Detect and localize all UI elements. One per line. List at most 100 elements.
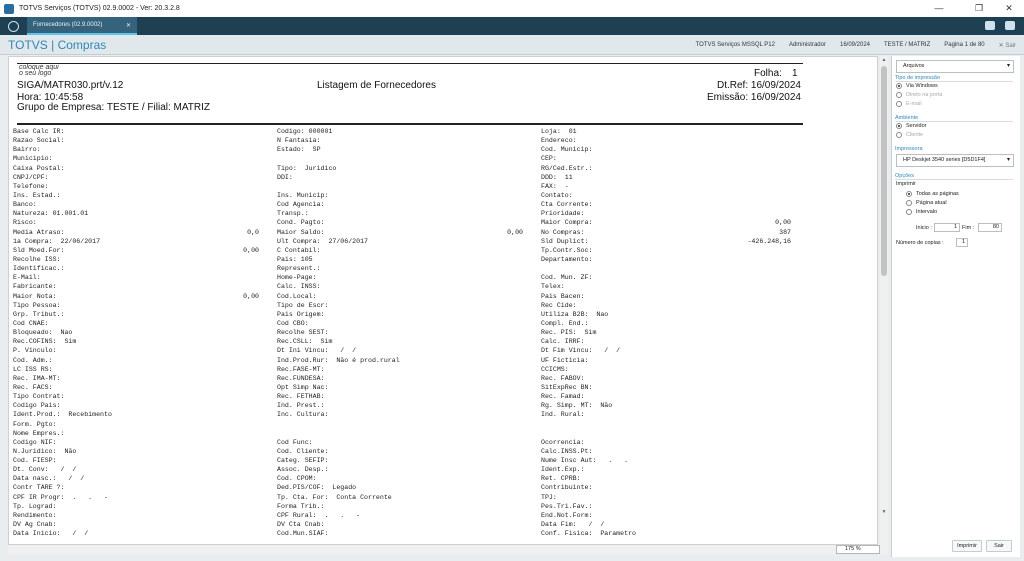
- minimize-button[interactable]: —: [924, 0, 954, 17]
- report-field-row: Cod CBO:: [277, 319, 527, 328]
- report-field-row: Cod. FIESP:: [13, 456, 263, 465]
- report-field-text: CCICMS:: [541, 365, 569, 373]
- report-field-row: Rec. FETHAB:: [277, 392, 527, 401]
- report-field-text: Ret. CPRB:: [541, 475, 581, 483]
- report-field-text: Cod. Cliente:: [277, 447, 329, 455]
- report-field-row: Rg. Simp. MT: Não: [541, 401, 791, 410]
- report-field-row: Rec Cide:: [541, 301, 791, 310]
- chevron-down-icon: ▾: [1006, 157, 1010, 163]
- radio-current-page[interactable]: Página atual: [906, 200, 947, 206]
- report-field-row: Represent.:: [277, 264, 527, 273]
- report-field-text: Data Fim: / /: [541, 521, 605, 529]
- report-field-text: Ocorrencia:: [541, 438, 585, 446]
- report-field-row: [277, 420, 527, 429]
- tab-fornecedores[interactable]: Fornecedores (02.9.0002) ✕: [27, 17, 137, 35]
- radio-email[interactable]: E-mail: [896, 101, 922, 107]
- report-field-row: Codigo Pais:: [13, 401, 263, 410]
- exit-link[interactable]: ✕ Sair: [999, 42, 1016, 49]
- report-field-row: UF Ficticia:: [541, 356, 791, 365]
- messages-icon[interactable]: [1005, 21, 1015, 30]
- home-icon[interactable]: [8, 20, 19, 32]
- radio-interval[interactable]: Intervalo: [906, 209, 937, 215]
- report-field-row: CPF Rural: . . -: [277, 511, 527, 520]
- report-field-row: Rec. FABOV:: [541, 374, 791, 383]
- radio-client[interactable]: Cliente: [896, 132, 923, 138]
- exit-button[interactable]: Sair: [986, 540, 1012, 552]
- report-field-text: Form. Pgto:: [13, 420, 57, 428]
- report-field-row: Cod. Municip:: [541, 145, 791, 154]
- page-number: 1: [792, 68, 798, 79]
- report-field-row: [277, 182, 527, 191]
- report-field-text: Pais Bacen:: [541, 292, 585, 300]
- report-field-row: [541, 429, 791, 438]
- radio-dot-icon: [906, 209, 912, 215]
- report-field-row: Telex:: [541, 282, 791, 291]
- report-field-text: Cta Corrente:: [541, 201, 593, 209]
- copies-input[interactable]: 1: [956, 238, 968, 247]
- end-label: Fim :: [962, 225, 975, 231]
- report-field-text: Ind.Prod.Rur: Não é prod.rural: [277, 356, 400, 364]
- report-field-text: Dt. Conv: / /: [13, 466, 77, 474]
- scroll-up-icon[interactable]: ▲: [880, 56, 888, 64]
- company-group: Grupo de Empresa: TESTE / Filial: MATRIZ: [17, 102, 211, 113]
- report-field-text: Prioridade:: [541, 210, 585, 218]
- report-field-row: DDI:: [277, 173, 527, 182]
- report-field-text: Nume Insc Aut: . .: [541, 457, 629, 465]
- report-field-row: Cod.Mun.SIAF:: [277, 529, 527, 538]
- report-field-text: Cod.Mun.SIAF:: [277, 530, 329, 538]
- report-field-row: Data Fim: / /: [541, 520, 791, 529]
- report-field-value: 0,00: [775, 219, 791, 227]
- report-field-row: Cod Func:: [277, 438, 527, 447]
- report-field-text: Recolhe SEST:: [277, 329, 329, 337]
- output-value: Arquivos: [903, 63, 925, 69]
- report-field-row: Departamento:: [541, 255, 791, 264]
- zoom-select[interactable]: 175 %: [836, 545, 880, 554]
- window-close-button[interactable]: ✕: [994, 0, 1024, 17]
- report-field-row: Loja: 01: [541, 127, 791, 136]
- radio-direct-port[interactable]: Direto na porta: [896, 92, 942, 98]
- print-button[interactable]: Imprimir: [952, 540, 982, 552]
- report-field-row: Utiliza B2B: Nao: [541, 310, 791, 319]
- report-field-text: Nome Empres.:: [13, 429, 65, 437]
- vertical-scrollbar[interactable]: ▲ ▼: [880, 56, 888, 545]
- tab-close-icon[interactable]: ✕: [126, 22, 131, 29]
- report-field-row: Ind. Prest.:: [277, 401, 527, 410]
- report-field-text: Inc. Cultura:: [277, 411, 329, 419]
- scroll-down-icon[interactable]: ▼: [880, 508, 888, 516]
- report-field-text: E-Mail:: [13, 274, 41, 282]
- report-field-row: Compl. End.:: [541, 319, 791, 328]
- report-field-row: Categ. SEFIP:: [277, 456, 527, 465]
- radio-server[interactable]: Servidor: [896, 123, 926, 129]
- report-field-text: UF Ficticia:: [541, 356, 589, 364]
- report-field-text: Cod CNAE:: [13, 319, 49, 327]
- report-title: Listagem de Fornecedores: [317, 80, 436, 91]
- report-field-text: Cod. Municip:: [541, 146, 593, 154]
- scroll-thumb[interactable]: [881, 66, 887, 276]
- report-field-row: Recolhe ISS:: [13, 255, 263, 264]
- report-field-row: Caixa Postal:: [13, 164, 263, 173]
- report-field-row: Bloqueado: Nao: [13, 328, 263, 337]
- report-field-text: Calc.INSS.Pt:: [541, 447, 593, 455]
- radio-via-windows[interactable]: Via Windows: [896, 83, 938, 89]
- restore-button[interactable]: ❐: [964, 0, 994, 17]
- report-field-text: Cond. Pagto:: [277, 219, 325, 227]
- report-field-row: Rec.CSLL: Sim: [277, 337, 527, 346]
- page-label: Folha:: [754, 68, 782, 79]
- report-field-row: Cod. Mun. ZF:: [541, 273, 791, 282]
- report-field-row: Tp. Cta. For: Conta Corrente: [277, 493, 527, 502]
- printer-select[interactable]: HP Deskjet 3540 series [D5D1F4] ▾: [896, 154, 1014, 167]
- radio-all-pages[interactable]: Todas as páginas: [906, 191, 959, 197]
- report-field-row: Data nasc.: / /: [13, 474, 263, 483]
- report-field-row: CCICMS:: [541, 365, 791, 374]
- report-field-text: SitExpRec BN:: [541, 383, 593, 391]
- end-page-input[interactable]: 80: [978, 223, 1002, 232]
- report-field-text: Sld Duplict:: [541, 237, 589, 245]
- mail-icon[interactable]: [985, 21, 995, 30]
- report-field-text: Departamento:: [541, 255, 593, 263]
- title-bar: TOTVS Serviços (TOTVS) 02.9.0002 - Ver: …: [0, 0, 1024, 17]
- output-select[interactable]: Arquivos ▾: [896, 60, 1014, 73]
- report-field-text: Dt Ini Vincu: / /: [277, 347, 357, 355]
- start-page-input[interactable]: 1: [934, 223, 960, 232]
- report-field-text: Cod. Adm.:: [13, 356, 53, 364]
- radio-dot-icon: [906, 191, 912, 197]
